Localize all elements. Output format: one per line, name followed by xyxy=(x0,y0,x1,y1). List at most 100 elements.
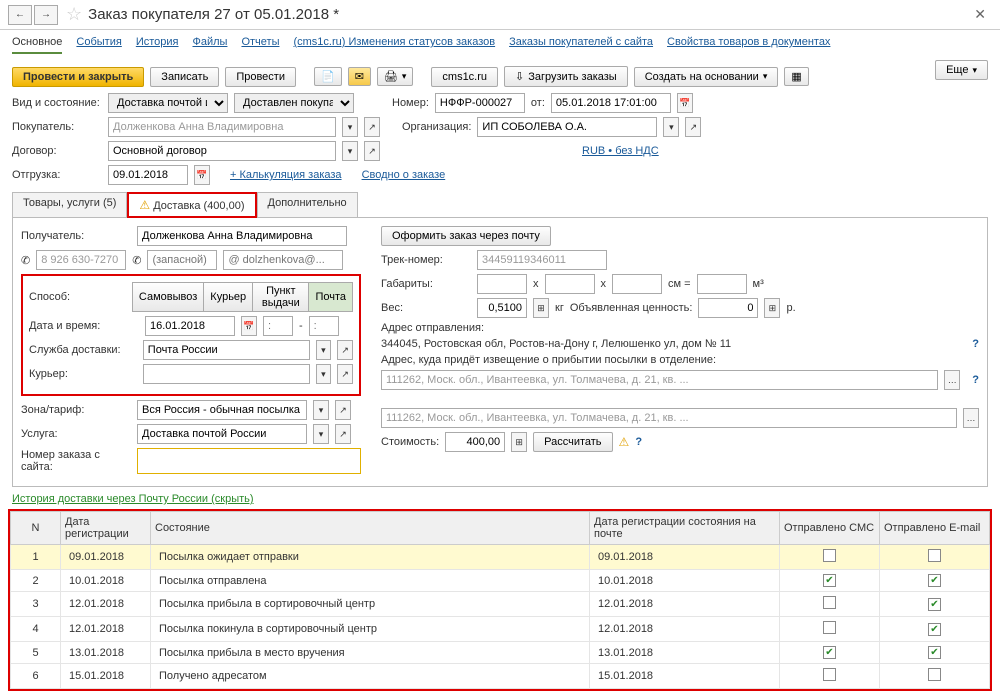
weight-calc[interactable]: ⊞ xyxy=(533,298,549,318)
print-button[interactable]: 🖨 xyxy=(377,67,414,86)
contract-open[interactable]: ↗ xyxy=(364,141,380,161)
dim-vol[interactable] xyxy=(697,274,747,294)
zone-dd[interactable]: ▾ xyxy=(313,400,329,420)
kind-select-2[interactable]: Доставлен покупателю xyxy=(234,93,354,113)
star-icon[interactable]: ☆ xyxy=(66,4,82,25)
dservice-input[interactable] xyxy=(137,424,307,444)
nav-files[interactable]: Файлы xyxy=(193,36,228,54)
buyer-open[interactable]: ↗ xyxy=(364,117,380,137)
help-icon-3[interactable]: ? xyxy=(635,436,642,448)
kind-select-1[interactable]: Доставка почтой и другое xyxy=(108,93,228,113)
dservice-dd[interactable]: ▾ xyxy=(313,424,329,444)
cell-sms[interactable] xyxy=(780,617,880,642)
dservice-open[interactable]: ↗ xyxy=(335,424,351,444)
phone-input[interactable] xyxy=(36,250,126,270)
buyer-input[interactable] xyxy=(108,117,336,137)
tab-extra[interactable]: Дополнительно xyxy=(257,192,358,218)
addr1-input[interactable] xyxy=(381,370,938,390)
cell-email[interactable] xyxy=(880,664,990,689)
history-toggle[interactable]: История доставки через Почту России (скр… xyxy=(12,493,254,505)
contract-input[interactable] xyxy=(108,141,336,161)
table-row[interactable]: 615.01.2018Получено адресатом15.01.2018 xyxy=(11,664,990,689)
weight-input[interactable] xyxy=(477,298,527,318)
tab-delivery[interactable]: ⚠ Доставка (400,00) xyxy=(127,192,256,218)
addr1-btn[interactable]: … xyxy=(944,370,960,390)
cell-sms[interactable] xyxy=(780,664,880,689)
cell-email[interactable] xyxy=(880,545,990,570)
nav-doc-props[interactable]: Свойства товаров в документах xyxy=(667,36,830,54)
cost-input[interactable] xyxy=(445,432,505,452)
table-row[interactable]: 210.01.2018Посылка отправлена10.01.2018 xyxy=(11,570,990,592)
calendar-icon[interactable]: 📅 xyxy=(677,93,693,113)
buyer-dd[interactable]: ▾ xyxy=(342,117,358,137)
nav-cms-status[interactable]: (cms1c.ru) Изменения статусов заказов xyxy=(293,36,495,54)
seg-pickup[interactable]: Самовывоз xyxy=(132,282,204,312)
seg-post[interactable]: Почта xyxy=(308,282,353,312)
number-input[interactable] xyxy=(435,93,525,113)
help-icon-1[interactable]: ? xyxy=(972,338,979,350)
table-row[interactable]: 312.01.2018Посылка прибыла в сортировочн… xyxy=(11,592,990,617)
dt-cal-icon[interactable]: 📅 xyxy=(241,316,257,336)
datetime-input[interactable] xyxy=(145,316,235,336)
close-icon[interactable]: ✕ xyxy=(968,6,992,23)
summary-link[interactable]: Сводно о заказе xyxy=(362,169,446,181)
ship-date-input[interactable] xyxy=(108,165,188,185)
phone2-input[interactable] xyxy=(147,250,217,270)
col-sms[interactable]: Отправлено СМС xyxy=(780,512,880,545)
cell-email[interactable] xyxy=(880,617,990,642)
track-input[interactable] xyxy=(477,250,607,270)
tab-goods[interactable]: Товары, услуги (5) xyxy=(12,192,127,218)
cell-sms[interactable] xyxy=(780,545,880,570)
recipient-input[interactable] xyxy=(137,226,347,246)
dim-w[interactable] xyxy=(477,274,527,294)
table-row[interactable]: 513.01.2018Посылка прибыла в место вруче… xyxy=(11,642,990,664)
ship-cal-icon[interactable]: 📅 xyxy=(194,165,210,185)
org-dd[interactable]: ▾ xyxy=(663,117,679,137)
courier-input[interactable] xyxy=(143,364,310,384)
service-input[interactable] xyxy=(143,340,310,360)
col-reg[interactable]: Дата регистрации xyxy=(61,512,151,545)
addr2-btn[interactable]: … xyxy=(963,408,979,428)
cell-email[interactable] xyxy=(880,642,990,664)
currency-link[interactable]: RUB • без НДС xyxy=(582,145,659,157)
col-n[interactable]: N xyxy=(11,512,61,545)
service-dd[interactable]: ▾ xyxy=(316,340,332,360)
site-order-input[interactable] xyxy=(140,451,358,471)
calc-button[interactable]: Рассчитать xyxy=(533,432,612,452)
post-close-button[interactable]: Провести и закрыть xyxy=(12,67,144,87)
nav-history[interactable]: История xyxy=(136,36,179,54)
icon-btn-1[interactable]: 📄 xyxy=(314,67,342,86)
table-row[interactable]: 109.01.2018Посылка ожидает отправки09.01… xyxy=(11,545,990,570)
zone-input[interactable] xyxy=(137,400,307,420)
cell-sms[interactable] xyxy=(780,592,880,617)
cell-sms[interactable] xyxy=(780,642,880,664)
create-based-button[interactable]: Создать на основании xyxy=(634,67,779,87)
more-button[interactable]: Еще xyxy=(935,60,988,80)
help-icon-2[interactable]: ? xyxy=(972,374,979,386)
courier-dd[interactable]: ▾ xyxy=(316,364,332,384)
org-open[interactable]: ↗ xyxy=(685,117,701,137)
nav-main[interactable]: Основное xyxy=(12,36,62,54)
email-input[interactable] xyxy=(223,250,343,270)
col-state[interactable]: Состояние xyxy=(151,512,590,545)
service-open[interactable]: ↗ xyxy=(337,340,353,360)
forward-button[interactable]: → xyxy=(34,5,58,25)
declared-calc[interactable]: ⊞ xyxy=(764,298,780,318)
org-input[interactable] xyxy=(477,117,657,137)
nav-site-orders[interactable]: Заказы покупателей с сайта xyxy=(509,36,653,54)
back-button[interactable]: ← xyxy=(8,5,32,25)
addr2-input[interactable] xyxy=(381,408,957,428)
nav-reports[interactable]: Отчеты xyxy=(241,36,279,54)
table-row[interactable]: 412.01.2018Посылка покинула в сортировоч… xyxy=(11,617,990,642)
contract-dd[interactable]: ▾ xyxy=(342,141,358,161)
courier-open[interactable]: ↗ xyxy=(337,364,353,384)
seg-point[interactable]: Пункт выдачи xyxy=(252,282,309,312)
cms-button[interactable]: cms1c.ru xyxy=(431,67,498,87)
dim-d[interactable] xyxy=(612,274,662,294)
save-button[interactable]: Записать xyxy=(150,67,219,87)
mail-order-button[interactable]: Оформить заказ через почту xyxy=(381,226,551,246)
seg-courier[interactable]: Курьер xyxy=(203,282,253,312)
cell-sms[interactable] xyxy=(780,570,880,592)
cost-calc[interactable]: ⊞ xyxy=(511,432,527,452)
dim-h[interactable] xyxy=(545,274,595,294)
